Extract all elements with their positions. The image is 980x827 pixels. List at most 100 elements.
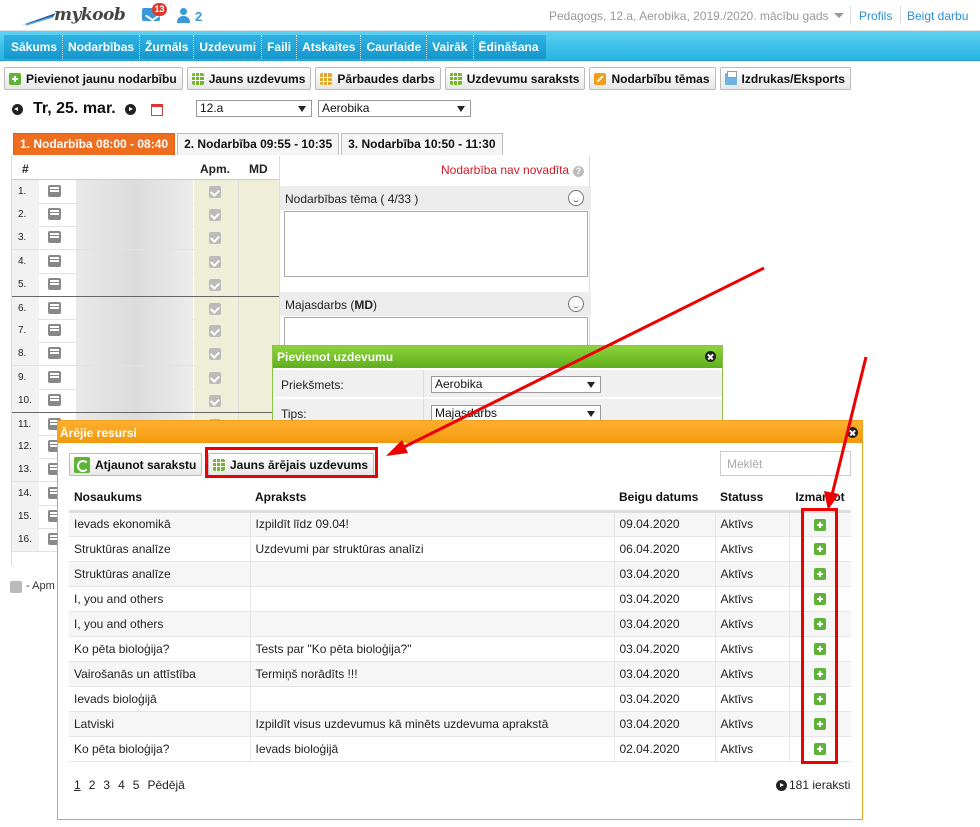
- attendance-checkbox[interactable]: [209, 348, 221, 361]
- comment-icon[interactable]: [48, 370, 61, 383]
- nav-zurnals[interactable]: Žurnāls: [140, 35, 195, 59]
- task-subject-select[interactable]: Aerobika: [431, 376, 601, 393]
- user-icon[interactable]: [176, 8, 190, 23]
- col-name[interactable]: Nosaukums: [69, 485, 250, 513]
- add-lesson-button[interactable]: Pievienot jaunu nodarbību: [4, 67, 183, 90]
- page-link[interactable]: 4: [118, 778, 125, 792]
- export-button[interactable]: Izdrukas/Eksports: [719, 67, 851, 90]
- use-plus-icon[interactable]: [814, 518, 827, 531]
- attendance-checkbox[interactable]: [209, 394, 221, 407]
- profile-link[interactable]: Profils: [859, 9, 892, 23]
- use-plus-icon[interactable]: [814, 568, 827, 581]
- nav-atskaites[interactable]: Atskaites: [297, 35, 362, 59]
- comment-icon[interactable]: [48, 393, 61, 406]
- calendar-icon[interactable]: [151, 104, 163, 116]
- nav-uzdevumi[interactable]: Uzdevumi: [194, 35, 263, 59]
- comment-icon[interactable]: [48, 254, 61, 267]
- comment-icon[interactable]: [48, 324, 61, 337]
- page-link[interactable]: 1: [74, 778, 81, 792]
- smiley-icon[interactable]: [568, 296, 584, 312]
- refresh-list-button[interactable]: Atjaunot sarakstu: [69, 453, 203, 476]
- subject-select[interactable]: Aerobika: [318, 100, 471, 117]
- row-number: 13.: [18, 464, 32, 476]
- nav-edinasana[interactable]: Ēdināšana: [474, 35, 544, 59]
- new-external-task-button[interactable]: Jauns ārējais uzdevums: [208, 453, 375, 476]
- use-plus-icon[interactable]: [814, 743, 827, 756]
- checkbox-icon: [10, 581, 22, 593]
- student-name-redacted: [76, 342, 193, 366]
- tab-lesson-3[interactable]: 3. Nodarbība 10:50 - 11:30: [341, 133, 503, 155]
- page-link[interactable]: Pēdējā: [147, 778, 184, 792]
- col-end-date[interactable]: Beigu datums: [614, 485, 715, 513]
- attendance-checkbox[interactable]: [209, 186, 221, 198]
- md-cell[interactable]: [238, 297, 280, 321]
- help-icon[interactable]: ?: [573, 166, 584, 177]
- table-header: Nosaukums Apraksts Beigu datums Statuss …: [69, 485, 851, 513]
- nav-nodarbibas[interactable]: Nodarbības: [63, 35, 141, 59]
- table-row: Vairošanās un attīstība Termiņš norādīts …: [69, 661, 851, 687]
- md-cell[interactable]: [238, 226, 280, 251]
- comment-icon[interactable]: [48, 185, 61, 197]
- next-day-icon[interactable]: [124, 103, 136, 115]
- nav-sakums[interactable]: Sākums: [6, 35, 64, 59]
- row-number: 11.: [18, 419, 32, 430]
- attendance-checkbox[interactable]: [209, 371, 221, 384]
- smiley-icon[interactable]: [568, 190, 584, 206]
- close-icon[interactable]: [705, 351, 716, 362]
- homework-textarea[interactable]: [284, 317, 588, 347]
- search-input[interactable]: [720, 451, 851, 476]
- class-select[interactable]: 12.a: [196, 100, 312, 117]
- md-cell[interactable]: [238, 249, 280, 274]
- use-plus-icon[interactable]: [814, 718, 827, 731]
- md-cell[interactable]: [238, 272, 280, 297]
- comment-icon[interactable]: [48, 277, 61, 290]
- md-cell[interactable]: [238, 319, 280, 344]
- user-count[interactable]: 2: [195, 9, 202, 24]
- md-cell[interactable]: [238, 203, 280, 228]
- context-selector[interactable]: Pedagogs, 12.a, Aerobika, 2019./2020. mā…: [549, 9, 829, 23]
- attendance-checkbox[interactable]: [209, 303, 221, 315]
- use-plus-icon[interactable]: [814, 593, 827, 606]
- tab-lesson-2[interactable]: 2. Nodarbība 09:55 - 10:35: [177, 133, 340, 155]
- test-button[interactable]: Pārbaudes darbs: [315, 67, 441, 90]
- attendance-checkbox[interactable]: [209, 232, 221, 245]
- new-task-button[interactable]: Jauns uzdevums: [186, 67, 312, 90]
- md-cell[interactable]: [238, 180, 280, 204]
- page-link[interactable]: 5: [133, 778, 140, 792]
- external-resources-dialog: Ārējie resursi Atjaunot sarakstu Jauns ā…: [57, 420, 863, 820]
- task-list-button[interactable]: Uzdevumu saraksts: [444, 67, 586, 90]
- logout-link[interactable]: Beigt darbu: [907, 9, 968, 23]
- page-link[interactable]: 2: [89, 778, 96, 792]
- dialog-title-bar[interactable]: Pievienot uzdevumu: [273, 346, 722, 368]
- mykoob-logo[interactable]: mykoob: [22, 4, 142, 28]
- subject-label: Priekšmets:: [281, 378, 344, 392]
- close-icon[interactable]: [847, 427, 858, 438]
- use-plus-icon[interactable]: [814, 693, 827, 706]
- use-plus-icon[interactable]: [814, 643, 827, 656]
- page-link[interactable]: 3: [103, 778, 110, 792]
- task-description: Uzdevumi par struktūras analīzi: [250, 536, 615, 562]
- comment-icon[interactable]: [48, 347, 61, 360]
- prev-day-icon[interactable]: [12, 103, 23, 115]
- dialog-title-bar[interactable]: Ārējie resursi: [58, 421, 862, 443]
- attendance-checkbox[interactable]: [209, 325, 221, 338]
- comment-icon[interactable]: [48, 208, 61, 221]
- tab-lesson-1[interactable]: 1. Nodarbība 08:00 - 08:40: [13, 133, 176, 155]
- use-plus-icon[interactable]: [814, 543, 827, 556]
- nav-caurlaide[interactable]: Caurlaide: [361, 35, 428, 59]
- col-description[interactable]: Apraksts: [250, 485, 614, 513]
- attendance-checkbox[interactable]: [209, 278, 221, 291]
- comment-icon[interactable]: [48, 302, 61, 314]
- nav-faili[interactable]: Faili: [262, 35, 298, 59]
- attendance-checkbox[interactable]: [209, 209, 221, 222]
- topic-textarea[interactable]: [284, 211, 588, 277]
- caret-down-icon[interactable]: [834, 13, 844, 18]
- lesson-topics-button[interactable]: Nodarbību tēmas: [589, 67, 716, 90]
- nav-vairak[interactable]: Vairāk: [427, 35, 474, 59]
- attendance-checkbox[interactable]: [209, 255, 221, 268]
- use-plus-icon[interactable]: [814, 618, 827, 631]
- use-plus-icon[interactable]: [814, 668, 827, 681]
- student-name-redacted: [76, 249, 193, 273]
- col-status[interactable]: Statuss: [715, 485, 789, 513]
- comment-icon[interactable]: [48, 231, 61, 244]
